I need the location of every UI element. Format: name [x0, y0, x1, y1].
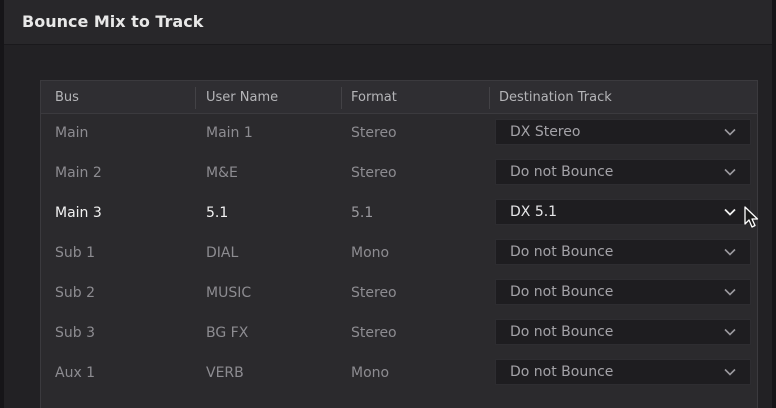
table-header: Bus User Name Format Destination Track [41, 81, 757, 114]
destination-value: DX 5.1 [510, 204, 558, 220]
table-row[interactable]: Main Main 1 Stereo DX Stereo [41, 113, 757, 153]
destination-value: Do not Bounce [510, 324, 614, 340]
chevron-down-icon [724, 368, 736, 376]
header-divider[interactable] [341, 87, 342, 109]
table-row[interactable]: Sub 3 BG FX Stereo Do not Bounce [41, 313, 757, 353]
user-name-cell: M&E [206, 165, 238, 181]
table-row[interactable]: Aux 1 VERB Mono Do not Bounce [41, 353, 757, 393]
user-name-cell: BG FX [206, 325, 249, 341]
destination-track-dropdown[interactable]: Do not Bounce [495, 279, 751, 305]
bus-cell: Sub 2 [55, 285, 96, 301]
format-cell: 5.1 [351, 205, 374, 221]
table-row[interactable]: Main 2 M&E Stereo Do not Bounce [41, 153, 757, 193]
user-name-cell: VERB [206, 365, 244, 381]
chevron-down-icon [724, 248, 736, 256]
bus-cell: Aux 1 [55, 365, 96, 381]
header-bus: Bus [55, 90, 79, 105]
table-row[interactable]: Sub 2 MUSIC Stereo Do not Bounce [41, 273, 757, 313]
destination-value: DX Stereo [510, 124, 581, 140]
header-divider[interactable] [489, 87, 490, 109]
destination-track-dropdown[interactable]: Do not Bounce [495, 319, 751, 345]
bus-table: Bus User Name Format Destination Track M… [40, 80, 758, 408]
destination-value: Do not Bounce [510, 284, 614, 300]
bus-cell: Sub 3 [55, 325, 96, 341]
format-cell: Mono [351, 245, 390, 261]
format-cell: Stereo [351, 125, 397, 141]
dialog-titlebar: Bounce Mix to Track [4, 0, 772, 45]
destination-track-dropdown[interactable]: DX 5.1 [495, 199, 751, 225]
format-cell: Stereo [351, 325, 397, 341]
header-user-name: User Name [206, 90, 279, 105]
format-cell: Stereo [351, 285, 397, 301]
destination-value: Do not Bounce [510, 364, 614, 380]
bus-cell: Main 3 [55, 205, 102, 221]
destination-value: Do not Bounce [510, 244, 614, 260]
destination-track-dropdown[interactable]: Do not Bounce [495, 239, 751, 265]
chevron-down-icon [724, 208, 736, 216]
chevron-down-icon [724, 328, 736, 336]
bounce-mix-dialog: Bounce Mix to Track Bus User Name Format… [0, 0, 776, 408]
format-cell: Stereo [351, 165, 397, 181]
destination-value: Do not Bounce [510, 164, 614, 180]
chevron-down-icon [724, 168, 736, 176]
header-divider[interactable] [195, 87, 196, 109]
header-format: Format [351, 90, 397, 105]
header-destination-track: Destination Track [499, 90, 612, 105]
dialog-title: Bounce Mix to Track [22, 12, 204, 31]
user-name-cell: 5.1 [206, 205, 229, 221]
mouse-pointer-icon [744, 206, 759, 228]
user-name-cell: DIAL [206, 245, 239, 261]
destination-track-dropdown[interactable]: DX Stereo [495, 119, 751, 145]
user-name-cell: Main 1 [206, 125, 253, 141]
destination-track-dropdown[interactable]: Do not Bounce [495, 359, 751, 385]
bus-cell: Main [55, 125, 89, 141]
table-row-selected[interactable]: Main 3 5.1 5.1 DX 5.1 [41, 193, 757, 233]
format-cell: Mono [351, 365, 390, 381]
bus-cell: Main 2 [55, 165, 102, 181]
chevron-down-icon [724, 288, 736, 296]
destination-track-dropdown[interactable]: Do not Bounce [495, 159, 751, 185]
bus-cell: Sub 1 [55, 245, 96, 261]
user-name-cell: MUSIC [206, 285, 252, 301]
table-row[interactable]: Sub 1 DIAL Mono Do not Bounce [41, 233, 757, 273]
chevron-down-icon [724, 128, 736, 136]
